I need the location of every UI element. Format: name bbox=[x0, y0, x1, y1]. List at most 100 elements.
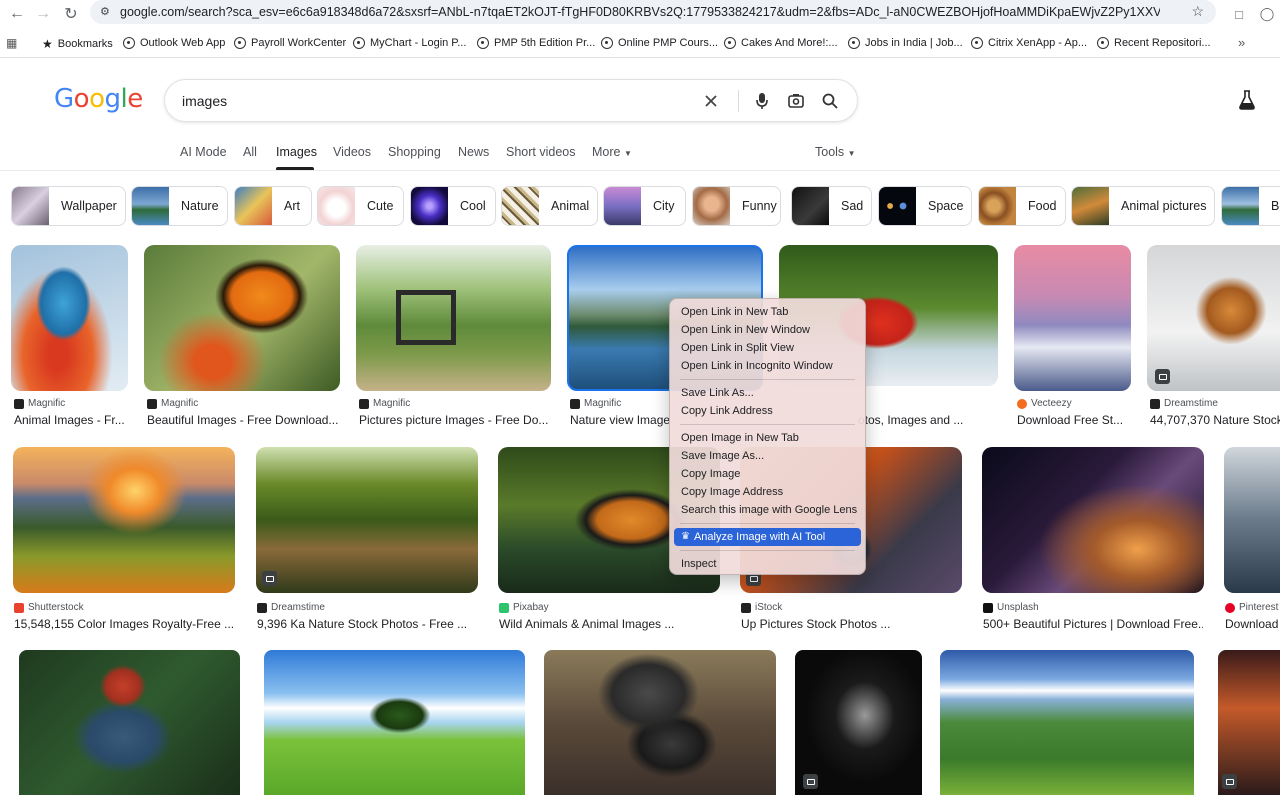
chip-cute[interactable]: Cute bbox=[317, 186, 404, 226]
tab-all[interactable]: All bbox=[243, 145, 257, 159]
result-thumbnail[interactable] bbox=[1224, 447, 1280, 593]
bookmark-item[interactable]: PMP 5th Edition Pr... bbox=[477, 37, 595, 49]
google-logo[interactable]: Google bbox=[54, 84, 143, 114]
result-caption[interactable]: 15,548,155 Color Images Royalty-Free ... bbox=[14, 617, 234, 631]
result-thumbnail[interactable] bbox=[19, 650, 240, 795]
result-caption[interactable]: Pictures picture Images - Free Do... bbox=[359, 413, 551, 427]
result-source[interactable]: Dreamstime bbox=[1150, 398, 1218, 409]
tab-short-videos[interactable]: Short videos bbox=[506, 145, 575, 159]
tools-button[interactable]: Tools ▼ bbox=[815, 145, 856, 159]
clear-icon[interactable] bbox=[696, 86, 726, 116]
profile-icon[interactable]: ◯ bbox=[1256, 3, 1278, 25]
reload-icon[interactable]: ↻ bbox=[60, 3, 82, 25]
result-thumbnail[interactable] bbox=[1014, 245, 1131, 391]
result-thumbnail[interactable] bbox=[940, 650, 1194, 795]
microphone-icon[interactable] bbox=[747, 86, 777, 116]
bookmark-item[interactable]: MyChart - Login P... bbox=[353, 37, 466, 49]
menu-open-link-new-window[interactable]: Open Link in New Window bbox=[670, 321, 865, 339]
bookmark-item[interactable]: Online PMP Cours... bbox=[601, 37, 718, 49]
search-icon[interactable] bbox=[815, 86, 845, 116]
result-source[interactable]: Magnific bbox=[14, 398, 65, 409]
chip-more[interactable]: Be bbox=[1221, 186, 1280, 226]
result-source[interactable]: Vecteezy bbox=[1017, 398, 1072, 409]
result-source[interactable]: Magnific bbox=[570, 398, 621, 409]
result-caption[interactable]: Beautiful Images - Free Download... bbox=[147, 413, 339, 427]
menu-open-link-split-view[interactable]: Open Link in Split View bbox=[670, 339, 865, 357]
menu-inspect[interactable]: Inspect bbox=[670, 555, 865, 573]
bookmark-item[interactable]: Recent Repositori... bbox=[1097, 37, 1211, 49]
result-source[interactable]: iStock bbox=[741, 602, 782, 613]
site-settings-icon[interactable]: ⚙ bbox=[100, 5, 110, 18]
tab-news[interactable]: News bbox=[458, 145, 489, 159]
result-source[interactable]: Magnific bbox=[359, 398, 410, 409]
menu-copy-link-address[interactable]: Copy Link Address bbox=[670, 402, 865, 420]
result-caption[interactable]: Animal Images - Fr... bbox=[14, 413, 129, 427]
menu-copy-image[interactable]: Copy Image bbox=[670, 465, 865, 483]
bookmark-item[interactable]: Cakes And More!:... bbox=[724, 37, 838, 49]
menu-open-image-new-tab[interactable]: Open Image in New Tab bbox=[670, 429, 865, 447]
url-text[interactable]: google.com/search?sca_esv=e6c6a918348d6a… bbox=[120, 5, 1160, 19]
tab-images[interactable]: Images bbox=[276, 145, 317, 159]
result-caption[interactable]: Nature view Images bbox=[570, 413, 670, 427]
result-caption[interactable]: Download bbox=[1225, 617, 1280, 631]
result-thumbnail[interactable] bbox=[13, 447, 235, 593]
chip-sad[interactable]: Sad bbox=[791, 186, 872, 226]
result-thumbnail[interactable] bbox=[982, 447, 1204, 593]
chip-city[interactable]: City bbox=[603, 186, 686, 226]
menu-analyze-image-ai[interactable]: ♛ Analyze Image with AI Tool bbox=[674, 528, 861, 546]
tab-shopping[interactable]: Shopping bbox=[388, 145, 441, 159]
tab-more[interactable]: More ▼ bbox=[592, 145, 632, 159]
tab-ai-mode[interactable]: AI Mode bbox=[180, 145, 227, 159]
chip-cool[interactable]: Cool bbox=[410, 186, 496, 226]
result-caption[interactable]: 44,707,370 Nature Stock bbox=[1150, 413, 1280, 427]
result-caption[interactable]: otos, Images and ... bbox=[858, 413, 998, 427]
result-thumbnail[interactable] bbox=[544, 650, 776, 795]
result-source[interactable]: Unsplash bbox=[983, 602, 1039, 613]
result-caption[interactable]: Wild Animals & Animal Images ... bbox=[499, 617, 714, 631]
result-source[interactable]: Pixabay bbox=[499, 602, 549, 613]
result-thumbnail[interactable] bbox=[11, 245, 128, 391]
bookmark-star-icon[interactable]: ☆ bbox=[1191, 3, 1204, 20]
labs-flask-icon[interactable] bbox=[1238, 90, 1256, 115]
menu-save-image-as[interactable]: Save Image As... bbox=[670, 447, 865, 465]
result-source[interactable]: Pinterest bbox=[1225, 602, 1278, 613]
result-caption[interactable]: Up Pictures Stock Photos ... bbox=[741, 617, 956, 631]
chip-funny[interactable]: Funny bbox=[692, 186, 781, 226]
result-thumbnail[interactable] bbox=[256, 447, 478, 593]
bookmark-item[interactable]: ★ Bookmarks bbox=[42, 37, 113, 51]
google-lens-icon[interactable] bbox=[781, 86, 811, 116]
result-caption[interactable]: Download Free St... bbox=[1017, 413, 1132, 427]
more-bookmarks-icon[interactable]: » bbox=[1238, 35, 1245, 50]
chip-space[interactable]: Space bbox=[878, 186, 972, 226]
apps-grid-icon[interactable]: ▦ bbox=[6, 36, 17, 50]
address-bar[interactable]: ⚙ google.com/search?sca_esv=e6c6a918348d… bbox=[90, 0, 1216, 24]
bookmark-item[interactable]: Citrix XenApp - Ap... bbox=[971, 37, 1087, 49]
chip-art[interactable]: Art bbox=[234, 186, 312, 226]
menu-open-link-new-tab[interactable]: Open Link in New Tab bbox=[670, 303, 865, 321]
result-thumbnail[interactable] bbox=[264, 650, 525, 795]
forward-icon[interactable]: → bbox=[32, 3, 54, 25]
search-input[interactable]: images bbox=[182, 93, 696, 109]
menu-save-link-as[interactable]: Save Link As... bbox=[670, 384, 865, 402]
chip-food[interactable]: Food bbox=[978, 186, 1066, 226]
chip-wallpaper[interactable]: Wallpaper bbox=[11, 186, 126, 226]
chip-animal-pictures[interactable]: Animal pictures bbox=[1071, 186, 1215, 226]
tab-videos[interactable]: Videos bbox=[333, 145, 371, 159]
menu-search-google-lens[interactable]: Search this image with Google Lens bbox=[670, 501, 865, 519]
menu-copy-image-address[interactable]: Copy Image Address bbox=[670, 483, 865, 501]
result-caption[interactable]: 500+ Beautiful Pictures | Download Free.… bbox=[983, 617, 1203, 631]
chip-nature[interactable]: Nature bbox=[131, 186, 228, 226]
bookmark-item[interactable]: Outlook Web App bbox=[123, 37, 225, 49]
result-source[interactable]: Magnific bbox=[147, 398, 198, 409]
back-icon[interactable]: ← bbox=[6, 3, 28, 25]
result-thumbnail[interactable] bbox=[144, 245, 340, 391]
result-source[interactable]: Shutterstock bbox=[14, 602, 84, 613]
bookmark-item[interactable]: Payroll WorkCenter bbox=[234, 37, 346, 49]
result-thumbnail[interactable] bbox=[356, 245, 551, 391]
extensions-icon[interactable]: □ bbox=[1228, 3, 1250, 25]
result-source[interactable]: Dreamstime bbox=[257, 602, 325, 613]
result-caption[interactable]: 9,396 Ka Nature Stock Photos - Free ... bbox=[257, 617, 472, 631]
menu-open-link-incognito[interactable]: Open Link in Incognito Window bbox=[670, 357, 865, 375]
chip-animal[interactable]: Animal bbox=[501, 186, 598, 226]
bookmark-item[interactable]: Jobs in India | Job... bbox=[848, 37, 963, 49]
